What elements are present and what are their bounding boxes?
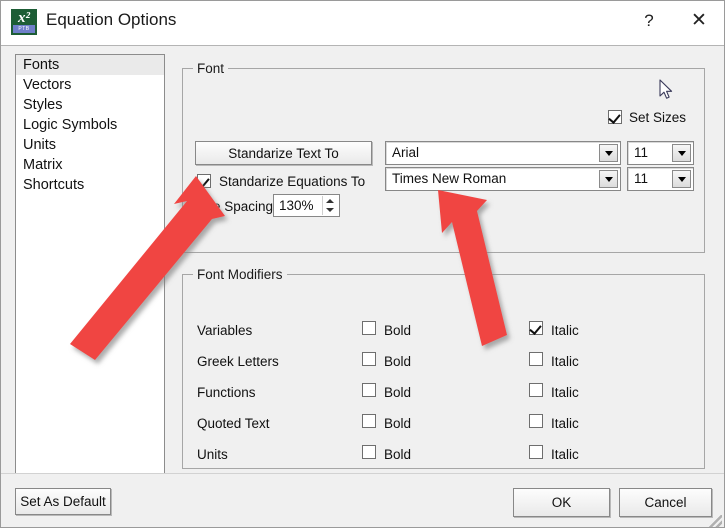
functions-italic-checkbox[interactable]: [529, 383, 543, 397]
standardize-equations-label: Standarize Equations To: [219, 174, 366, 189]
bold-label: Bold: [384, 354, 412, 369]
page-title: Equation Options: [46, 10, 177, 29]
modifier-row-label: Quoted Text: [197, 416, 270, 431]
bold-label: Bold: [384, 323, 412, 338]
modifier-row-label: Functions: [197, 385, 256, 400]
set-as-default-button[interactable]: Set As Default: [15, 488, 111, 515]
equation-size-value: 11: [634, 171, 649, 186]
variables-italic-checkbox[interactable]: [529, 321, 543, 335]
text-font-combo[interactable]: Arial: [385, 141, 621, 165]
help-icon[interactable]: ?: [626, 1, 672, 41]
line-spacing-stepper[interactable]: 130%: [273, 194, 340, 217]
modifiers-group-legend: Font Modifiers: [193, 267, 287, 282]
ok-button[interactable]: OK: [513, 488, 610, 517]
sidebar-item-shortcuts[interactable]: Shortcuts: [16, 175, 164, 195]
dialog-footer: Set As Default OK Cancel: [1, 473, 724, 527]
standardize-text-button[interactable]: Standarize Text To: [195, 141, 372, 165]
equation-size-combo[interactable]: 11: [627, 167, 694, 191]
category-listbox[interactable]: Fonts Vectors Styles Logic Symbols Units…: [15, 54, 165, 479]
chevron-down-icon[interactable]: [672, 144, 691, 162]
greek-italic-checkbox[interactable]: [529, 352, 543, 366]
units-bold-checkbox[interactable]: [362, 445, 376, 459]
sidebar-item-styles[interactable]: Styles: [16, 95, 164, 115]
spinner-up-icon[interactable]: [326, 199, 334, 203]
font-group-box: Font Set Sizes Standarize Text To Arial …: [182, 61, 705, 253]
sidebar-item-units[interactable]: Units: [16, 135, 164, 155]
cancel-button[interactable]: Cancel: [619, 488, 712, 517]
font-group-legend: Font: [193, 61, 229, 76]
line-spacing-value: 130%: [279, 198, 314, 213]
equation-options-dialog: x² PTB Equation Options ? ✕ Fonts Vector…: [0, 0, 725, 528]
set-sizes-checkbox[interactable]: [608, 110, 622, 124]
variables-bold-checkbox[interactable]: [362, 321, 376, 335]
chevron-down-icon[interactable]: [599, 170, 618, 188]
equation-font-combo[interactable]: Times New Roman: [385, 167, 621, 191]
bold-label: Bold: [384, 447, 412, 462]
set-sizes-label: Set Sizes: [629, 110, 687, 125]
sidebar-item-fonts[interactable]: Fonts: [16, 55, 164, 75]
font-modifiers-group-box: Font Modifiers Variables Bold Italic Gre…: [182, 267, 705, 469]
italic-label: Italic: [551, 385, 579, 400]
quoted-text-italic-checkbox[interactable]: [529, 414, 543, 428]
bold-label: Bold: [384, 385, 412, 400]
modifier-row-label: Units: [197, 447, 228, 462]
app-icon-base: PTB: [13, 25, 35, 33]
text-size-combo[interactable]: 11: [627, 141, 694, 165]
mouse-cursor: [659, 79, 673, 99]
greek-bold-checkbox[interactable]: [362, 352, 376, 366]
sidebar-item-vectors[interactable]: Vectors: [16, 75, 164, 95]
bold-label: Bold: [384, 416, 412, 431]
italic-label: Italic: [551, 416, 579, 431]
sidebar-item-matrix[interactable]: Matrix: [16, 155, 164, 175]
text-size-value: 11: [634, 145, 649, 160]
line-spacing-label: Line Spacing: [195, 199, 274, 214]
units-italic-checkbox[interactable]: [529, 445, 543, 459]
dialog-body: Fonts Vectors Styles Logic Symbols Units…: [1, 45, 724, 479]
equation-app-icon: x² PTB: [11, 9, 37, 35]
standardize-equations-checkbox[interactable]: [197, 174, 211, 188]
italic-label: Italic: [551, 323, 579, 338]
app-icon-subtext: PTB: [18, 26, 30, 32]
modifier-row-label: Variables: [197, 323, 253, 338]
resize-grip-icon[interactable]: [709, 515, 722, 527]
close-icon[interactable]: ✕: [676, 1, 722, 41]
spinner-buttons[interactable]: [322, 196, 338, 215]
title-bar: x² PTB Equation Options ? ✕: [1, 1, 724, 45]
italic-label: Italic: [551, 354, 579, 369]
sidebar-item-logic-symbols[interactable]: Logic Symbols: [16, 115, 164, 135]
chevron-down-icon[interactable]: [672, 170, 691, 188]
italic-label: Italic: [551, 447, 579, 462]
spinner-down-icon[interactable]: [326, 208, 334, 212]
functions-bold-checkbox[interactable]: [362, 383, 376, 397]
modifier-row-label: Greek Letters: [197, 354, 279, 369]
text-font-value: Arial: [392, 145, 420, 160]
equation-font-value: Times New Roman: [392, 171, 507, 186]
chevron-down-icon[interactable]: [599, 144, 618, 162]
quoted-text-bold-checkbox[interactable]: [362, 414, 376, 428]
